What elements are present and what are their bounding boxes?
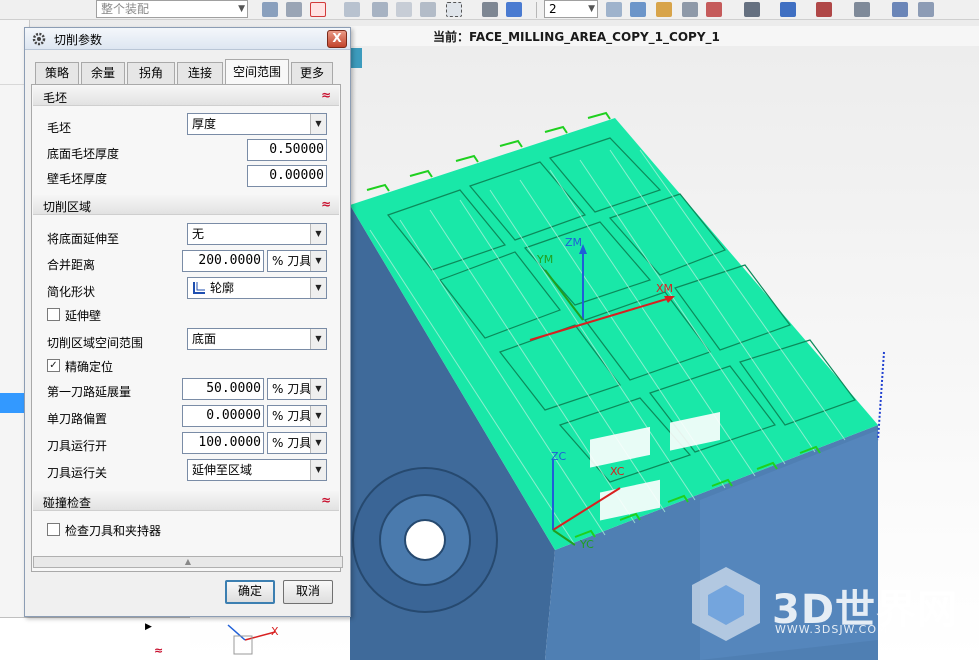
chevron-down-icon: ▼ [310,224,326,244]
cancel-button[interactable]: 取消 [283,580,333,604]
blue-dotted-edge [877,351,885,441]
chevron-down-icon: ▼ [310,251,326,271]
cut-region-group-header[interactable]: 切削区域 ≈ [33,195,339,215]
check-tool-holder-checkbox[interactable] [47,523,60,536]
ok-button[interactable]: 确定 [225,580,275,604]
cancel-label: 取消 [295,584,320,598]
tab-label: 策略 [44,66,69,80]
extend-floor-select[interactable]: 无 ▼ [187,223,327,245]
close-icon: X [332,31,342,45]
watermark-cube-icon [692,567,760,641]
blank-select[interactable]: 厚度 ▼ [187,113,327,135]
first-pass-extension-label: 第一刀路延展量 [47,385,132,399]
unit-value: % 刀具 [272,409,312,423]
chevron-down-icon: ▼ [310,114,326,134]
cutting-parameters-dialog: 切削参数 X 策略 余量 拐角 连接 空间范围 更多 毛坯 ≈ 毛坯 厚度 ▼ … [24,27,351,617]
watermark-url: WWW.3DSJW.COM [775,623,888,636]
tab-corners[interactable]: 拐角 [127,62,175,84]
group-title: 毛坯 [43,91,68,105]
tab-label: 拐角 [138,66,163,80]
single-pass-unit-select[interactable]: % 刀具 ▼ [267,405,327,427]
simplify-shape-label: 简化形状 [47,285,96,299]
close-button[interactable]: X [327,30,347,48]
chevron-down-icon: ▼ [310,379,326,399]
first-pass-extension-input[interactable]: 50.0000 [182,378,264,400]
single-pass-offset-label: 单刀路偏置 [47,412,108,426]
extend-floor-label: 将底面延伸至 [47,232,120,246]
navigator-divider [0,84,24,85]
collapse-up-icon[interactable]: ≈ [321,493,331,507]
merge-distance-input[interactable]: 200.0000 [182,250,264,272]
tab-label: 余量 [90,66,115,80]
group-title: 切削区域 [43,200,92,214]
wcs-x-label: XM [656,282,674,295]
tab-label: 空间范围 [232,65,281,79]
mcs-x-label: XC [610,465,625,478]
collapse-up-icon[interactable]: ≈ [321,88,331,102]
space-range-select[interactable]: 底面 ▼ [187,328,327,350]
first-pass-unit-select[interactable]: % 刀具 ▼ [267,378,327,400]
simplify-shape-select[interactable]: 轮廓 ▼ [187,277,327,299]
tab-stock[interactable]: 余量 [81,62,125,84]
chevron-down-icon: ▼ [310,433,326,453]
tab-label: 连接 [187,66,212,80]
check-tool-holder-label: 检查刀具和夹持器 [65,524,162,538]
tool-runoff-unit-select[interactable]: % 刀具 ▼ [267,432,327,454]
extend-wall-checkbox[interactable] [47,308,60,321]
tab-label: 更多 [299,66,324,80]
precise-position-label: 精确定位 [65,360,114,374]
triad-y-axis [227,624,246,641]
gear-icon [32,32,46,46]
expand-right-icon[interactable]: ▶ [145,622,152,632]
mcs-z-label: ZC [551,450,567,463]
unit-value: % 刀具 [272,436,312,450]
space-range-value: 底面 [192,332,217,346]
navigator-bottom-panel: ▶ ≈ [0,617,190,660]
precise-position-checkbox[interactable]: ✓ [47,359,60,372]
chevron-down-icon: ▼ [310,460,326,480]
tool-runoff-off-select[interactable]: 延伸至区域 ▼ [187,459,327,481]
collapse-up-icon[interactable]: ≈ [321,197,331,211]
space-range-label: 切削区域空间范围 [47,336,144,350]
floor-stock-label: 底面毛坯厚度 [47,147,120,161]
triad-x-label: X [271,625,279,638]
tab-connections[interactable]: 连接 [177,62,223,84]
collision-group-header[interactable]: 碰撞检查 ≈ [33,491,339,511]
merge-distance-unit-select[interactable]: % 刀具 ▼ [267,250,327,272]
dialog-collapse-bar[interactable]: ▲ [33,556,343,568]
chevron-down-icon: ▼ [310,329,326,349]
chevron-down-icon: ▼ [310,406,326,426]
extend-floor-value: 无 [192,227,205,241]
dialog-title: 切削参数 [54,33,103,47]
floor-stock-input[interactable]: 0.50000 [247,139,327,161]
ok-label: 确定 [237,584,262,598]
collapse-up-icon[interactable]: ≈ [154,644,163,657]
navigator-selected-row[interactable] [0,393,24,413]
mcs-y-label: YC [580,538,594,551]
dialog-titlebar[interactable]: 切削参数 X [25,28,350,50]
simplify-shape-value: 轮廓 [210,281,235,295]
tab-strategy[interactable]: 策略 [35,62,79,84]
wall-stock-input[interactable]: 0.00000 [247,165,327,187]
blank-label: 毛坯 [47,121,72,135]
tab-more[interactable]: 更多 [291,62,333,84]
extend-wall-label: 延伸壁 [65,309,102,323]
blank-group-header[interactable]: 毛坯 ≈ [33,86,339,106]
tool-runoff-off-label: 刀具运行关 [47,466,108,480]
tab-containment[interactable]: 空间范围 [225,59,289,85]
tool-runoff-on-label: 刀具运行开 [47,439,108,453]
wall-stock-label: 壁毛坯厚度 [47,172,108,186]
single-pass-offset-input[interactable]: 0.00000 [182,405,264,427]
tool-runoff-off-value: 延伸至区域 [192,463,253,477]
merge-distance-label: 合并距离 [47,258,96,272]
unit-value: % 刀具 [272,382,312,396]
blank-value: 厚度 [192,117,217,131]
group-title: 碰撞检查 [43,496,92,510]
chevron-down-icon: ▼ [310,278,326,298]
unit-value: % 刀具 [272,254,312,268]
wcs-z-label: ZM [565,236,583,249]
wcs-y-label: YM [537,253,554,266]
profile-shape-icon [193,282,205,294]
tool-runoff-on-input[interactable]: 100.0000 [182,432,264,454]
